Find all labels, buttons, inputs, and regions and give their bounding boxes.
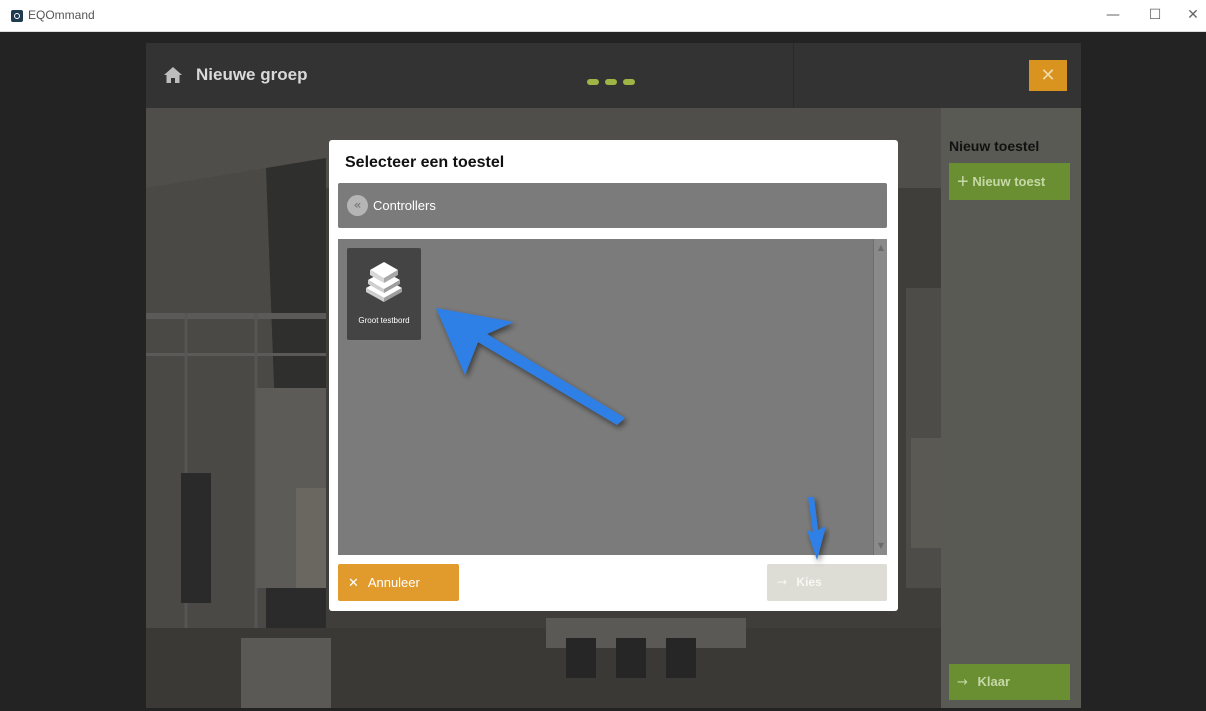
close-icon: ✕ — [348, 576, 359, 591]
maximize-button[interactable]: ☐ — [1140, 5, 1170, 25]
progress-dots — [587, 72, 641, 90]
select-device-dialog: Selecteer een toestel « Controllers Groo… — [329, 140, 898, 611]
window-titlebar: EQOmmand — ☐ ✕ — [0, 0, 1206, 32]
device-list: Groot testbord ▲ ▼ — [338, 239, 887, 555]
app-logo-icon — [11, 10, 23, 22]
done-button[interactable]: → Klaar — [949, 664, 1070, 700]
close-button[interactable]: ✕ — [1029, 60, 1067, 91]
choose-button[interactable]: → Kies — [767, 564, 887, 601]
window-title: EQOmmand — [28, 8, 95, 22]
new-device-button[interactable]: + Nieuw toest — [949, 163, 1070, 200]
device-tile[interactable]: Groot testbord — [347, 248, 421, 340]
home-icon[interactable] — [162, 65, 184, 85]
right-panel: Nieuw toestel + Nieuw toest → Klaar — [941, 108, 1081, 708]
page-title: Nieuwe groep — [196, 65, 308, 84]
device-stack-icon — [366, 262, 402, 302]
device-label: Groot testbord — [358, 316, 410, 325]
header-divider — [793, 43, 794, 108]
cancel-label: Annuleer — [367, 575, 420, 590]
new-device-label: Nieuw toest — [972, 174, 1046, 189]
plus-icon: + — [957, 171, 969, 193]
done-label: Klaar — [977, 674, 1011, 689]
new-device-heading: Nieuw toestel — [949, 138, 1040, 154]
cancel-button[interactable]: ✕ Annuleer — [338, 564, 459, 601]
arrow-right-icon: → — [957, 675, 968, 690]
arrow-right-icon: → — [777, 575, 788, 589]
choose-label: Kies — [796, 575, 822, 589]
dialog-title: Selecteer een toestel — [345, 154, 505, 171]
category-breadcrumb[interactable]: « Controllers — [338, 183, 887, 228]
back-icon[interactable]: « — [347, 195, 368, 216]
category-label: Controllers — [373, 198, 436, 213]
window-close-button[interactable]: ✕ — [1178, 5, 1206, 25]
scroll-down-icon[interactable]: ▼ — [876, 541, 886, 551]
scroll-up-icon[interactable]: ▲ — [876, 243, 886, 253]
minimize-button[interactable]: — — [1098, 5, 1128, 25]
scrollbar[interactable]: ▲ ▼ — [873, 239, 887, 555]
app-header: Nieuwe groep ✕ — [146, 43, 1081, 108]
